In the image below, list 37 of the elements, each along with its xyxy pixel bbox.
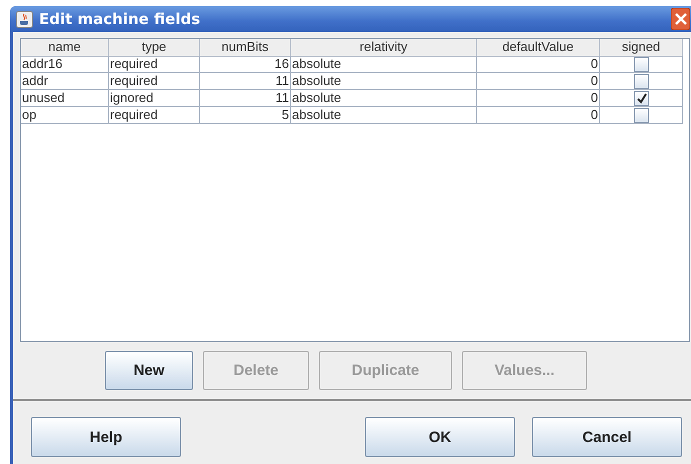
table-cell: 0 [477, 73, 600, 90]
table-cell: required [109, 107, 200, 124]
table-cell: absolute [291, 73, 477, 90]
table-cell: 16 [200, 56, 291, 73]
window-title: Edit machine fields [39, 10, 200, 28]
table-cell: 0 [477, 107, 600, 124]
checkbox[interactable] [634, 90, 648, 106]
table-cell: ignored [109, 90, 200, 107]
table-cell: 0 [477, 90, 600, 107]
table-cell: absolute [291, 107, 477, 124]
dialog-button[interactable]: Help [31, 417, 181, 457]
table-cell: 11 [200, 73, 291, 90]
column-header[interactable]: name [21, 39, 109, 57]
table-cell: unused [21, 90, 109, 107]
column-header[interactable]: defaultValue [477, 39, 600, 57]
checkbox[interactable] [634, 56, 648, 72]
table-cell: op [21, 107, 109, 124]
column-header[interactable]: type [109, 39, 200, 57]
checkbox[interactable] [634, 108, 648, 122]
table-cell: addr16 [21, 56, 109, 73]
table-cell: absolute [291, 56, 477, 73]
cup-icon [16, 10, 33, 28]
column-header[interactable]: signed [600, 39, 683, 57]
table-cell: absolute [291, 90, 477, 107]
column-header[interactable]: numBits [200, 39, 291, 57]
table-cell: 5 [200, 107, 291, 124]
close-icon[interactable] [671, 8, 690, 30]
table-button[interactable]: New [105, 351, 193, 390]
table-cell: addr [21, 73, 109, 90]
column-header[interactable]: relativity [291, 39, 477, 57]
table-cell: required [109, 73, 200, 90]
checkbox[interactable] [634, 74, 648, 88]
table-cell: 0 [477, 56, 600, 73]
dialog-button[interactable]: Cancel [532, 417, 682, 457]
table-cell: 11 [200, 90, 291, 107]
dialog-button[interactable]: OK [365, 417, 515, 457]
table-cell: required [109, 56, 200, 73]
